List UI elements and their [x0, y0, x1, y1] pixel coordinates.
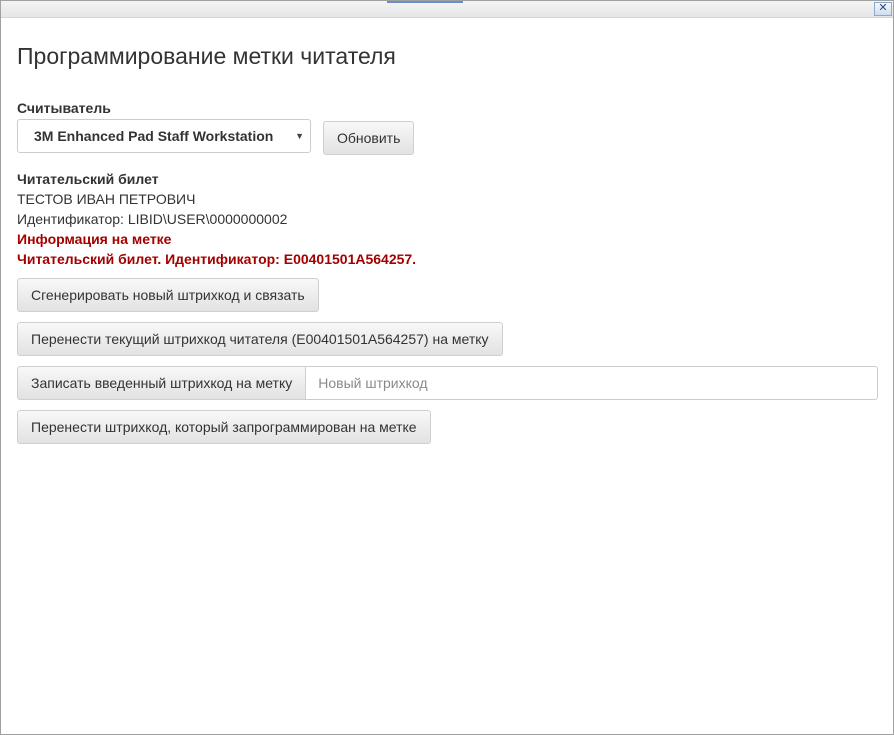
reader-card-info: Читательский билет ТЕСТОВ ИВАН ПЕТРОВИЧ …	[17, 169, 416, 269]
tag-info-heading: Информация на метке	[17, 231, 172, 247]
transfer-current-barcode-button[interactable]: Перенести текущий штрихкод читателя (E00…	[17, 322, 503, 356]
title-bar: ✕	[1, 1, 893, 18]
write-entered-barcode-button[interactable]: Записать введенный штрихкод на метку	[17, 366, 307, 400]
new-barcode-input[interactable]	[306, 366, 878, 400]
close-icon: ✕	[878, 2, 888, 14]
caret-down-icon: ▼	[295, 131, 304, 141]
reader-row: 3M Enhanced Pad Staff Workstation ▼ Обно…	[17, 119, 415, 155]
tag-info-text: Читательский билет. Идентификатор: E0040…	[17, 251, 417, 267]
generate-barcode-button[interactable]: Сгенерировать новый штрихкод и связать	[17, 278, 319, 312]
reader-select-value: 3M Enhanced Pad Staff Workstation	[34, 128, 274, 144]
reader-identifier: Идентификатор: LIBID\USER\0000000002	[17, 211, 288, 227]
reader-select[interactable]: 3M Enhanced Pad Staff Workstation ▼	[17, 119, 311, 153]
close-button[interactable]: ✕	[874, 2, 892, 16]
title-bar-accent	[387, 1, 463, 3]
reader-card-heading: Читательский билет	[17, 171, 159, 187]
reader-label: Считыватель	[17, 100, 111, 116]
reader-name: ТЕСТОВ ИВАН ПЕТРОВИЧ	[17, 191, 196, 207]
refresh-button[interactable]: Обновить	[323, 121, 415, 155]
write-barcode-group: Записать введенный штрихкод на метку	[17, 366, 878, 400]
transfer-tag-barcode-button[interactable]: Перенести штрихкод, который запрограммир…	[17, 410, 431, 444]
dialog-content: Программирование метки читателя Считыват…	[17, 18, 878, 444]
dialog-window: ✕ Программирование метки читателя Считыв…	[0, 0, 894, 735]
page-title: Программирование метки читателя	[17, 43, 396, 69]
